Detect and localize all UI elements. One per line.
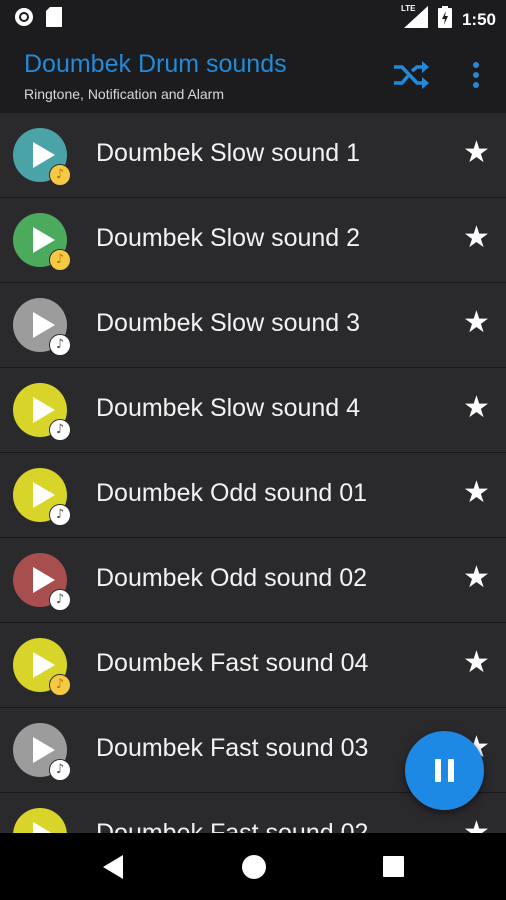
star-icon[interactable]: ★ <box>463 220 490 256</box>
music-note-icon: ♪ <box>49 334 71 356</box>
sound-title: Doumbek Fast sound 03 <box>96 734 369 762</box>
recents-icon[interactable] <box>383 856 404 877</box>
pause-button[interactable] <box>405 731 484 810</box>
star-icon[interactable]: ★ <box>463 475 490 511</box>
sound-title: Doumbek Odd sound 01 <box>96 479 368 507</box>
music-note-icon: ♪ <box>49 419 71 441</box>
network-label: LTE <box>400 4 416 13</box>
sound-title: Doumbek Slow sound 2 <box>96 224 361 252</box>
sd-card-icon <box>46 7 62 32</box>
music-note-icon: ♪ <box>49 674 71 696</box>
app-subtitle: Ringtone, Notification and Alarm <box>24 86 224 102</box>
music-note-icon: ♪ <box>49 164 71 186</box>
sound-title: Doumbek Fast sound 02 <box>96 819 369 833</box>
app-title: Doumbek Drum sounds <box>24 50 287 78</box>
star-icon[interactable]: ★ <box>463 390 490 426</box>
circle-notification-icon <box>14 7 34 32</box>
play-icon <box>33 142 55 168</box>
star-icon[interactable]: ★ <box>463 645 490 681</box>
play-icon <box>33 312 55 338</box>
play-icon <box>33 482 55 508</box>
app-screen: LTE 1:50 Doumbek Drum sounds Ringtone, N… <box>0 0 506 900</box>
play-icon <box>33 397 55 423</box>
app-bar: Doumbek Drum sounds Ringtone, Notificati… <box>0 35 506 113</box>
play-icon <box>33 652 55 678</box>
list-item[interactable]: ♪ Doumbek Odd sound 02 ★ <box>0 538 506 623</box>
navigation-bar <box>0 833 506 900</box>
more-vert-icon <box>473 62 479 88</box>
music-note-icon: ♪ <box>49 249 71 271</box>
star-icon[interactable]: ★ <box>463 305 490 341</box>
star-icon[interactable]: ★ <box>463 560 490 596</box>
play-icon <box>33 567 55 593</box>
sound-title: Doumbek Slow sound 4 <box>96 394 361 422</box>
list-item[interactable]: ♪ Doumbek Odd sound 01 ★ <box>0 453 506 538</box>
music-note-icon: ♪ <box>49 759 71 781</box>
list-item[interactable]: ♪ Doumbek Slow sound 3 ★ <box>0 283 506 368</box>
music-note-icon: ♪ <box>49 589 71 611</box>
music-note-icon: ♪ <box>49 504 71 526</box>
star-icon[interactable]: ★ <box>463 135 490 171</box>
sound-title: Doumbek Fast sound 04 <box>96 649 369 677</box>
list-item[interactable]: ♪ Doumbek Slow sound 1 ★ <box>0 113 506 198</box>
signal-icon: LTE <box>400 4 428 33</box>
clock: 1:50 <box>461 9 496 29</box>
list-item[interactable]: ♪ Doumbek Fast sound 04 ★ <box>0 623 506 708</box>
sound-list: ♪ Doumbek Slow sound 1 ★ ♪ Doumbek Slow soun… <box>0 113 506 833</box>
shuffle-icon <box>394 61 429 89</box>
sound-title: Doumbek Slow sound 1 <box>96 139 361 167</box>
back-icon[interactable] <box>103 855 123 879</box>
list-item[interactable]: ♪ Doumbek Slow sound 2 ★ <box>0 198 506 283</box>
play-icon <box>33 227 55 253</box>
star-icon[interactable]: ★ <box>463 815 490 833</box>
play-button[interactable] <box>13 808 67 833</box>
battery-charging-icon <box>437 6 452 33</box>
play-icon <box>33 737 55 763</box>
more-options-button[interactable] <box>462 57 490 93</box>
list-item[interactable]: ♪ Doumbek Slow sound 4 ★ <box>0 368 506 453</box>
shuffle-button[interactable] <box>391 57 431 93</box>
sound-title: Doumbek Slow sound 3 <box>96 309 361 337</box>
sound-title: Doumbek Odd sound 02 <box>96 564 368 592</box>
home-icon[interactable] <box>242 855 266 879</box>
play-icon <box>33 822 55 833</box>
status-bar: LTE 1:50 <box>0 0 506 35</box>
